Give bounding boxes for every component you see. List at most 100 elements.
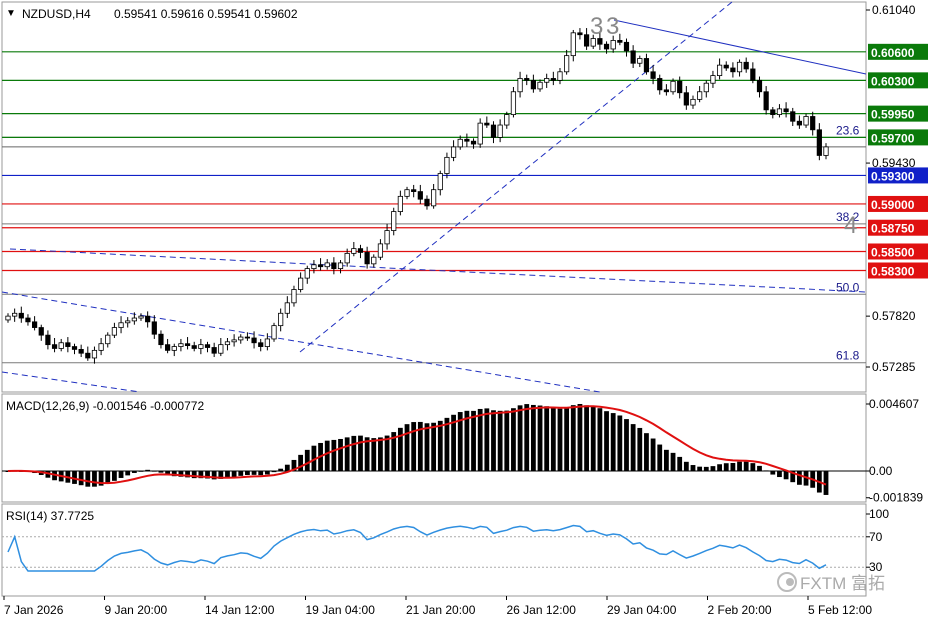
macd-bar <box>670 452 676 471</box>
macd-bar <box>737 461 742 471</box>
chart-window: 0.004607 0.00 -0.001839 100 70 30 0.61040 0.5… <box>0 0 936 624</box>
candle-bull <box>284 302 290 314</box>
time-label: 5 Feb 12:00 <box>808 603 872 617</box>
candle-bear <box>524 78 530 81</box>
macd-bar <box>351 435 357 471</box>
candle-bear <box>251 337 257 344</box>
macd-bar <box>497 410 503 471</box>
candle-bull <box>198 344 204 349</box>
candle-bear <box>165 344 171 351</box>
fib-label: 61.8 <box>836 349 860 363</box>
candle-bull <box>351 248 357 254</box>
candle-bull <box>178 343 184 347</box>
macd-bar <box>424 423 430 471</box>
macd-bar <box>683 461 689 471</box>
macd-bar <box>663 449 669 471</box>
candle-bear <box>650 71 656 79</box>
candle-bull <box>450 146 457 158</box>
candle-bear <box>357 248 364 253</box>
candle-bull <box>703 82 709 93</box>
macd-bar <box>610 413 616 471</box>
macd-bar <box>444 417 450 471</box>
candle-bull <box>404 189 410 197</box>
macd-bar <box>723 463 729 471</box>
candle-bull <box>91 349 98 359</box>
macd-bar <box>577 404 583 471</box>
candle-bull <box>716 64 723 77</box>
candle-bull <box>324 262 330 268</box>
macd-bar <box>151 470 157 472</box>
candle-bear <box>723 64 729 69</box>
macd-bar <box>657 444 663 471</box>
candle-bear <box>424 198 430 207</box>
rsi-title: RSI(14) 37.7725 <box>6 509 94 523</box>
candle-bull <box>278 312 284 327</box>
candle-bear <box>78 349 84 354</box>
macd-bar <box>112 471 117 481</box>
candle-bull <box>264 338 270 347</box>
candle-bull <box>570 32 576 57</box>
time-label: 19 Jan 04:00 <box>306 603 376 617</box>
level-badge-label: 0.58500 <box>871 245 915 259</box>
candle-bear <box>85 352 91 359</box>
candle-bull <box>736 61 743 73</box>
candle-bull <box>238 336 244 341</box>
macd-bar <box>796 471 802 485</box>
candle-bull <box>231 339 237 343</box>
macd-bar <box>644 433 649 471</box>
macd-bar <box>777 471 782 478</box>
macd-bar <box>378 437 383 471</box>
macd-bar <box>511 408 516 471</box>
macd-bar <box>717 464 722 471</box>
macd-bar <box>710 466 716 471</box>
level-badge-label: 0.59950 <box>871 108 915 122</box>
macd-bar <box>278 468 284 471</box>
candle-bear <box>763 91 769 111</box>
candle-bear <box>45 334 51 346</box>
candle-bear <box>743 61 749 70</box>
candle-bull <box>111 327 118 336</box>
candle-bull <box>304 268 310 279</box>
fib-label: 23.6 <box>836 123 860 137</box>
macd-bar <box>557 408 563 471</box>
candle-bear <box>816 129 822 156</box>
candle-bull <box>610 40 616 50</box>
candle-bear <box>145 315 151 323</box>
candle-bull <box>311 264 317 269</box>
macd-bar <box>304 449 310 471</box>
candle-bull <box>224 341 231 346</box>
time-label: 29 Jan 04:00 <box>607 603 677 617</box>
candle-bull <box>12 312 18 317</box>
price-tick-label: 0.57820 <box>872 309 916 323</box>
level-badge-label: 0.59700 <box>871 131 915 145</box>
macd-bar <box>703 466 709 471</box>
candle-bull <box>218 344 224 354</box>
macd-bar <box>344 437 350 471</box>
candle-bull <box>138 315 144 319</box>
ohlc-values: 0.59541 0.59616 0.59541 0.59602 <box>114 7 298 21</box>
macd-bar <box>258 471 264 476</box>
wave-label-3b: 3 <box>606 13 619 40</box>
time-label: 26 Jan 12:00 <box>507 603 577 617</box>
macd-title: MACD(12,26,9) -0.001546 -0.000772 <box>6 399 204 413</box>
candle-bear <box>577 32 583 36</box>
macd-bar <box>331 439 337 471</box>
candle-bear <box>643 58 650 73</box>
candle-bull <box>823 146 829 156</box>
time-label: 14 Jan 12:00 <box>205 603 275 617</box>
candle-bear <box>790 111 796 122</box>
candle-bull <box>271 325 277 340</box>
macd-bar <box>431 422 437 471</box>
macd-bar <box>284 464 290 471</box>
candle-bear <box>470 140 477 145</box>
candle-bull <box>637 58 643 64</box>
rsi-tick-label: 70 <box>869 530 883 544</box>
macd-bar <box>264 471 270 475</box>
collapse-arrow-icon[interactable]: ▼ <box>6 8 16 19</box>
macd-bar <box>590 406 596 471</box>
candle-bear <box>204 344 211 348</box>
candle-bull <box>391 211 397 231</box>
macd-bar <box>477 408 483 471</box>
macd-bar <box>145 469 151 471</box>
macd-bar <box>550 407 556 471</box>
